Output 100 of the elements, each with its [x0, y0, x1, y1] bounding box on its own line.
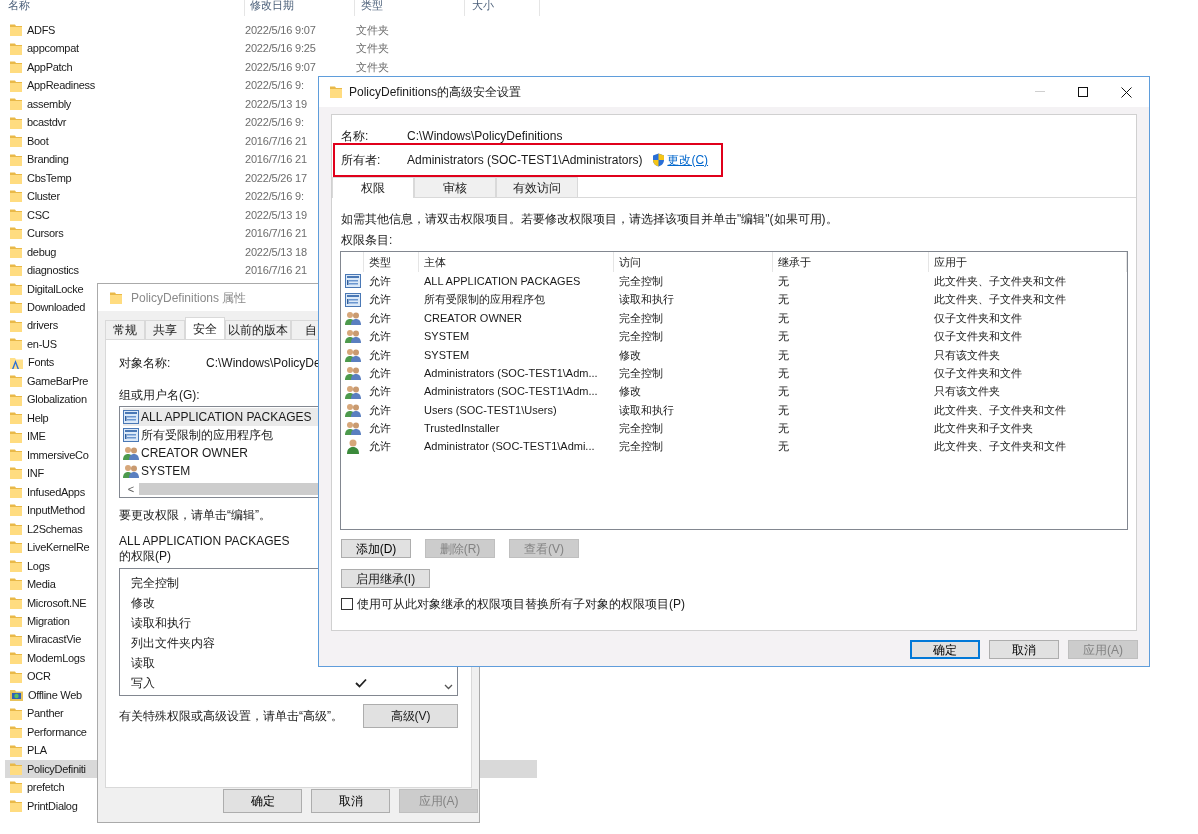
- file-name: Panther: [27, 706, 64, 722]
- table-cell: 此文件夹和子文件夹: [934, 422, 1033, 435]
- file-name: InfusedApps: [27, 484, 85, 500]
- table-cell: Administrators (SOC-TEST1\Adm...: [424, 385, 598, 398]
- file-name: Cursors: [27, 226, 64, 242]
- owner-name: Administrators (SOC-TEST1\Administrators): [407, 152, 643, 169]
- file-name: assembly: [27, 96, 72, 112]
- checkbox-label: 使用可从此对象继承的权限项目替换所有子对象的权限项目(P): [357, 596, 685, 613]
- table-cell: 允许: [369, 385, 391, 398]
- table-cell: 允许: [369, 366, 391, 379]
- table-cell: ALL APPLICATION PACKAGES: [424, 274, 581, 287]
- table-cell: CREATOR OWNER: [424, 311, 522, 324]
- modified-date: 2016/7/16 21: [245, 264, 307, 277]
- table-cell: SYSTEM: [424, 348, 470, 361]
- modified-date: 2022/5/16 9:07: [245, 60, 316, 73]
- table-cell: 允许: [369, 330, 391, 343]
- file-name: PLA: [27, 743, 47, 759]
- field-label: 所有者:: [341, 152, 382, 169]
- table-cell: 此文件夹、子文件夹和文件: [934, 293, 1066, 306]
- file-name: Boot: [27, 133, 49, 149]
- hint-text: 有关特殊权限或高级设置，请单击“高级”。: [119, 708, 343, 725]
- permission-name: 读取和执行: [131, 616, 191, 630]
- file-name: appcompat: [27, 41, 79, 57]
- file-type: 文件夹: [356, 24, 389, 36]
- file-name: AppReadiness: [27, 78, 95, 94]
- table-cell: 完全控制: [619, 440, 663, 453]
- table-cell: 允许: [369, 311, 391, 324]
- table-cell: 无: [778, 385, 789, 398]
- file-name: CbsTemp: [27, 170, 72, 186]
- field-label: 名称:: [341, 128, 370, 145]
- file-name: L2Schemas: [27, 521, 83, 537]
- file-name: CSC: [27, 207, 50, 223]
- table-cell: 此文件夹、子文件夹和文件: [934, 440, 1066, 453]
- modified-date: 2022/5/16 9:07: [245, 24, 316, 36]
- table-cell: 无: [778, 422, 789, 435]
- table-cell: 完全控制: [619, 311, 663, 324]
- table-cell: 只有该文件夹: [934, 348, 1000, 361]
- table-cell: 完全控制: [619, 330, 663, 343]
- file-name: Performance: [27, 724, 87, 740]
- file-name: IME: [27, 429, 46, 445]
- permission-name: 列出文件夹内容: [131, 636, 215, 650]
- table-cell: 无: [778, 293, 789, 306]
- field-label: 组或用户名(G):: [119, 387, 200, 403]
- file-name: ImmersiveCo: [27, 447, 89, 463]
- permission-name: 完全控制: [131, 576, 179, 590]
- file-name: debug: [27, 244, 57, 260]
- table-cell: 仅子文件夹和文件: [934, 366, 1022, 379]
- file-name: Offline Web: [28, 687, 82, 703]
- table-cell: 修改: [619, 348, 641, 361]
- file-name: PolicyDefiniti: [27, 761, 86, 777]
- table-cell: 允许: [369, 293, 391, 306]
- file-name: Fonts: [28, 355, 54, 371]
- modified-date: 2022/5/16 9:: [245, 79, 304, 92]
- table-cell: 只有该文件夹: [934, 385, 1000, 398]
- table-cell: 此文件夹、子文件夹和文件: [934, 274, 1066, 287]
- modified-date: 2022/5/13 19: [245, 208, 307, 221]
- hint-text: 要更改权限，请单击“编辑”。: [119, 507, 271, 523]
- file-name: diagnostics: [27, 263, 79, 279]
- modified-date: 2022/5/13 18: [245, 245, 307, 258]
- file-name: Branding: [27, 152, 69, 168]
- modified-date: 2022/5/16 9:25: [245, 42, 316, 55]
- table-cell: 此文件夹、子文件夹和文件: [934, 403, 1066, 416]
- file-name: AppPatch: [27, 59, 73, 75]
- table-cell: Administrator (SOC-TEST1\Admi...: [424, 440, 595, 453]
- table-cell: 完全控制: [619, 422, 663, 435]
- file-name: Logs: [27, 558, 50, 574]
- file-name: MiracastVie: [27, 632, 81, 648]
- file-name: OCR: [27, 669, 51, 685]
- table-cell: 允许: [369, 440, 391, 453]
- table-cell: 允许: [369, 348, 391, 361]
- file-name: Help: [27, 410, 49, 426]
- table-cell: 无: [778, 366, 789, 379]
- table-cell: 允许: [369, 274, 391, 287]
- table-cell: SYSTEM: [424, 330, 470, 343]
- file-name: Downloaded: [27, 300, 86, 315]
- file-name: Media: [27, 577, 56, 593]
- object-path: C:\Windows\PolicyDefinitions: [407, 128, 563, 145]
- table-cell: 完全控制: [619, 274, 663, 287]
- permission-name: 修改: [131, 596, 155, 610]
- modified-date: 2022/5/16 9:: [245, 190, 304, 203]
- modified-date: 2016/7/16 21: [245, 134, 307, 147]
- object-path: C:\Windows\PolicyDe: [206, 355, 321, 372]
- table-cell: 完全控制: [619, 366, 663, 379]
- file-name: Cluster: [27, 189, 60, 205]
- window-title: PolicyDefinitions的高级安全设置: [349, 84, 522, 101]
- table-cell: 无: [778, 274, 789, 287]
- file-name: en-US: [27, 336, 57, 352]
- table-cell: 无: [778, 440, 789, 453]
- permission-name: 写入: [131, 676, 155, 690]
- file-name: LiveKernelRe: [27, 540, 90, 556]
- table-cell: Administrators (SOC-TEST1\Adm...: [424, 366, 598, 379]
- file-name: ModemLogs: [27, 650, 85, 666]
- permission-name: 读取: [131, 656, 155, 670]
- field-label: 对象名称:: [119, 355, 172, 372]
- table-cell: 仅子文件夹和文件: [934, 330, 1022, 343]
- table-cell: 读取和执行: [619, 293, 674, 306]
- file-name: Migration: [27, 614, 70, 629]
- table-cell: 所有受限制的应用程序包: [424, 293, 545, 306]
- table-cell: 修改: [619, 385, 641, 398]
- window-title: PolicyDefinitions 属性: [131, 289, 247, 307]
